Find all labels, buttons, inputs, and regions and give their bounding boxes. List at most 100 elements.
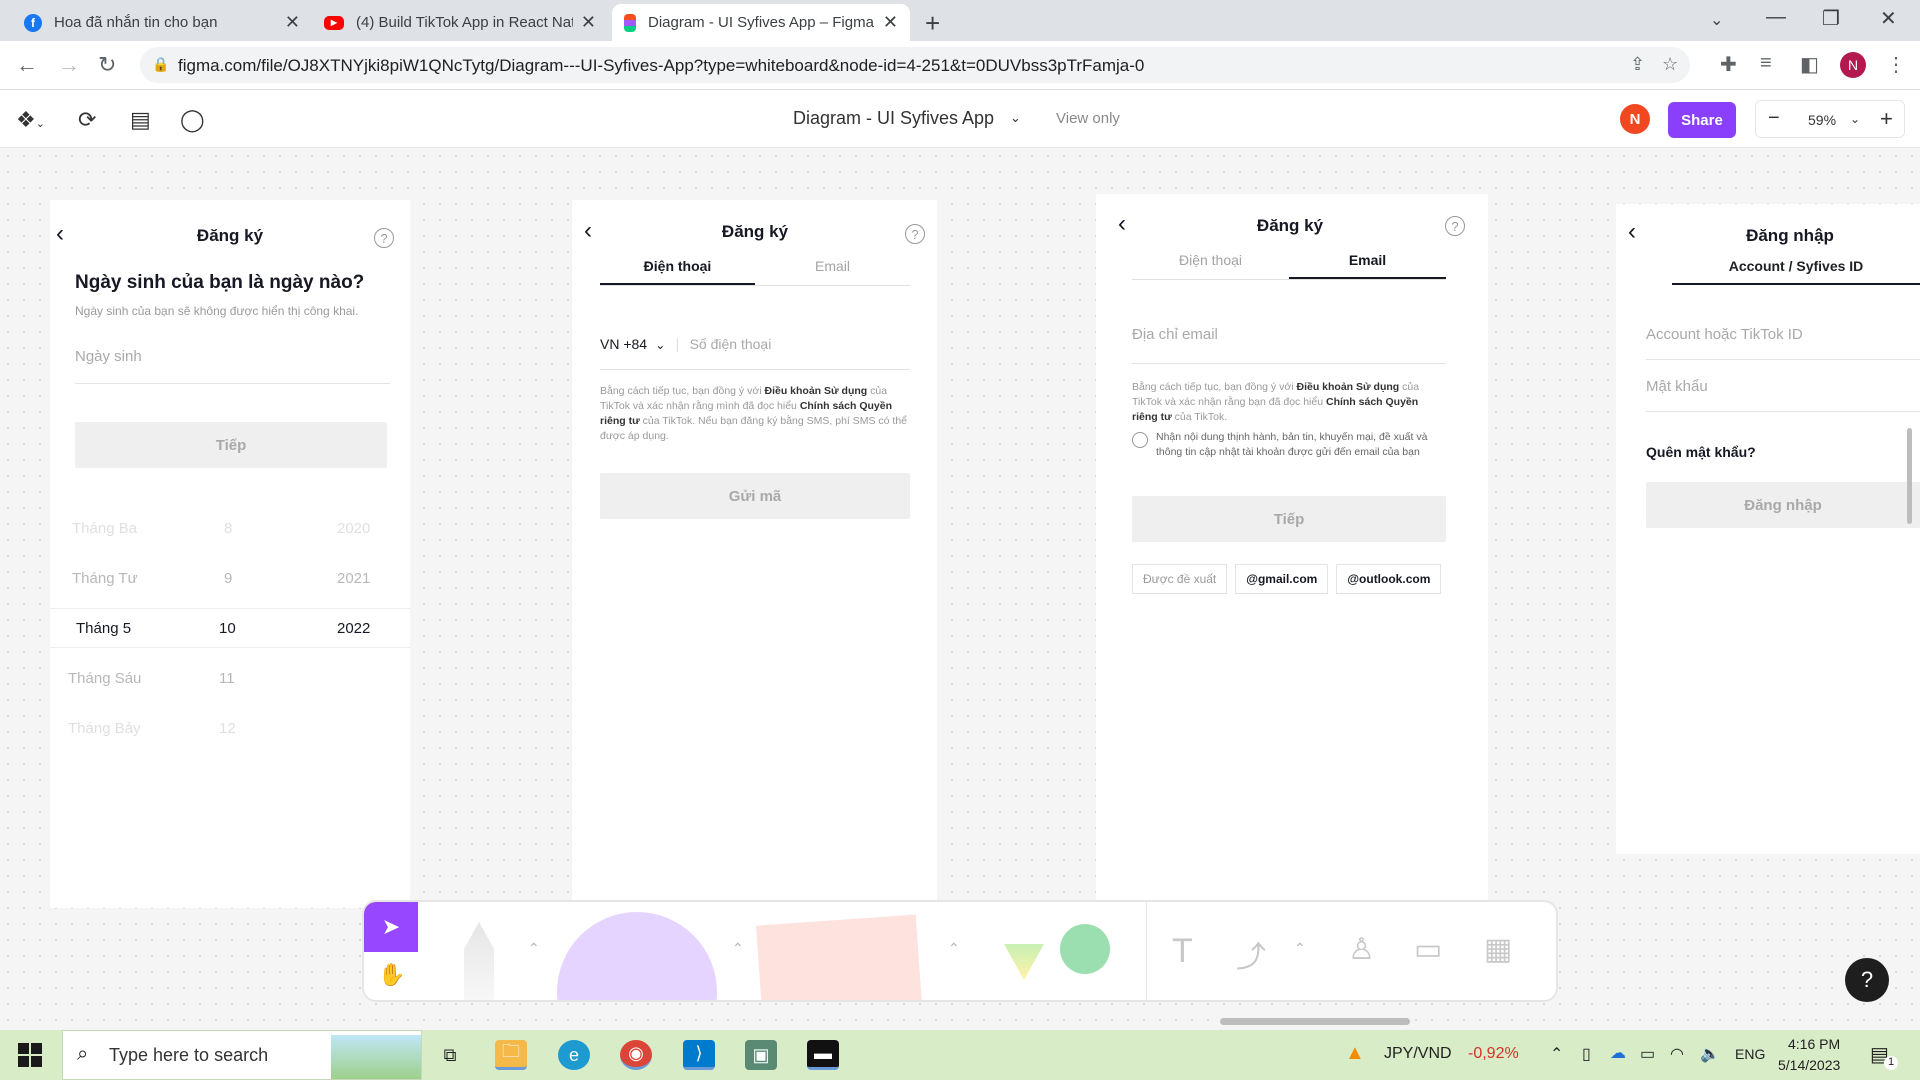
stamp-tool-icon[interactable]: ♙ [1348,932,1375,967]
birthday-note: Ngày sinh của bạn sẽ không được hiển thị… [75,304,359,318]
signup-tabs: Điện thoại Email [1132,252,1446,280]
close-icon[interactable]: ✕ [285,12,300,33]
zoom-in-icon[interactable]: + [1880,106,1893,132]
close-icon[interactable]: ✕ [883,12,898,33]
vertical-scrollbar[interactable] [1907,428,1912,524]
currency-change[interactable]: -0,92% [1468,1045,1519,1063]
language-indicator[interactable]: ENG [1735,1046,1765,1062]
sticky-note-tool-icon[interactable] [756,914,922,1000]
tab-figma[interactable]: Diagram - UI Syfives App – Figma ✕ [612,4,910,41]
minimize-icon[interactable]: — [1766,6,1786,29]
extensions-icon[interactable]: ✚ [1720,52,1737,77]
back-icon[interactable]: ← [16,52,38,78]
chevron-up-icon[interactable]: ⌃ [732,940,744,957]
tab-facebook[interactable]: f Hoa đã nhắn tin cho bạn ✕ [12,4,312,41]
zoom-level[interactable]: 59% [1808,112,1836,128]
file-explorer-icon[interactable]: 🗀 [495,1040,527,1070]
battery-icon[interactable]: ▭ [1640,1044,1655,1064]
picker-row-selected: Tháng 5 10 2022 [50,608,410,648]
url-bar[interactable]: 🔒 figma.com/file/OJ8XTNYjki8piW1QNcTytg/… [140,47,1690,83]
clock-time[interactable]: 4:16 PM [1788,1036,1840,1052]
windows-start-icon[interactable] [18,1043,42,1067]
help-button[interactable]: ? [1845,958,1889,1002]
help-icon: ? [905,224,925,244]
tab-search-chevron-icon[interactable]: ⌄ [1710,10,1723,30]
back-chevron-icon: ‹ [584,217,592,244]
chevron-down-icon[interactable]: ⌄ [1010,110,1021,126]
device-icon[interactable]: ▯ [1582,1044,1591,1064]
browser-profile-avatar[interactable]: N [1840,52,1866,78]
forward-icon[interactable]: → [58,52,80,78]
signup-tabs: Điện thoại Email [600,258,910,286]
tab-youtube[interactable]: ▶ (4) Build TikTok App in React Nat ✕ [312,4,608,41]
terminal-icon[interactable]: ▬ [807,1040,839,1070]
connector-tool-icon[interactable]: ⤴ [1236,932,1266,976]
tab-phone: Điện thoại [600,258,755,285]
email-suggestions: Được đề xuất @gmail.com @outlook.com [1132,564,1442,594]
url-text[interactable]: figma.com/file/OJ8XTNYjki8piW1QNcTytg/Di… [178,56,1144,76]
legal-part: Bằng cách tiếp tục, bạn đồng ý với [1132,381,1297,393]
whiteboard-canvas[interactable]: ‹ Đăng ký ? Ngày sinh của bạn là ngày nà… [0,148,1920,1030]
layout-panel-icon[interactable]: ▤ [130,107,151,133]
search-placeholder[interactable]: Type here to search [109,1045,268,1066]
picker-month: Tháng Bảy [68,719,141,737]
horizontal-scrollbar[interactable] [1220,1018,1410,1025]
tab-label: (4) Build TikTok App in React Nat [356,14,573,31]
onedrive-icon[interactable]: ☁ [1610,1043,1626,1063]
frame-title: Đăng nhập [1746,226,1834,245]
window-close-icon[interactable]: ✕ [1880,6,1897,31]
bookmark-star-icon[interactable]: ☆ [1662,54,1678,75]
share-page-icon[interactable]: ⇪ [1630,54,1645,75]
vscode-icon[interactable]: ⟩ [683,1040,715,1070]
hand-tool-icon[interactable]: ✋ [378,962,405,988]
taskbar-search[interactable]: ⌕ Type here to search [62,1030,422,1080]
terms-link: Điều khoản Sử dụng [1296,381,1400,393]
browser-menu-icon[interactable]: ⋮ [1886,52,1906,77]
zoom-control: − 59% ⌄ + [1755,100,1905,138]
account-field: Account hoặc TikTok ID [1646,326,1920,360]
tab-account: Account / Syfives ID [1672,258,1920,285]
chevron-up-icon[interactable]: ⌃ [948,940,960,957]
volume-icon[interactable]: 🔈 [1700,1044,1720,1064]
currency-widget-icon[interactable]: ▲ [1345,1042,1365,1065]
birthday-question: Ngày sinh của bạn là ngày nào? [75,272,365,293]
currency-pair[interactable]: JPY/VND [1384,1045,1452,1063]
zoom-out-icon[interactable]: − [1768,107,1780,130]
plugins-icon[interactable]: ⟳ [78,107,96,133]
user-avatar[interactable]: N [1620,104,1650,134]
chevron-up-icon[interactable]: ⌃ [528,940,540,957]
figma-toolbar: ❖⌄ ⟳ ▤ ◯ Diagram - UI Syfives App ⌄ View… [0,90,1920,148]
picker-row: Tháng Ba 8 2020 [50,508,410,548]
close-icon[interactable]: ✕ [581,12,596,33]
chevron-down-icon[interactable]: ⌄ [1850,112,1860,126]
side-panel-icon[interactable]: ◧ [1800,52,1819,77]
restore-icon[interactable]: ❐ [1822,6,1840,31]
task-view-icon[interactable]: ⧉ [434,1040,466,1070]
shape-tool-icon[interactable] [557,912,717,1000]
login-button: Đăng nhập [1646,482,1920,528]
share-button[interactable]: Share [1668,102,1736,138]
reload-icon[interactable]: ↻ [98,52,116,78]
figma-menu-icon[interactable]: ❖⌄ [16,107,45,133]
chrome-icon[interactable]: ◉ [620,1040,652,1070]
marker-tool-icon[interactable] [464,922,494,1000]
picker-day: 12 [219,719,236,737]
chevron-up-icon[interactable]: ⌃ [1294,940,1306,957]
chevron-up-icon[interactable]: ⌃ [1550,1044,1563,1064]
text-tool-icon[interactable]: T [1172,932,1193,971]
table-tool-icon[interactable]: ▦ [1484,932,1512,967]
file-title[interactable]: Diagram - UI Syfives App [793,108,994,129]
app-window-icon[interactable]: ▣ [745,1040,777,1070]
wifi-icon[interactable]: ◠ [1670,1044,1684,1064]
edge-icon[interactable]: e [558,1040,590,1070]
new-tab-icon[interactable]: + [925,8,940,39]
section-tool-icon[interactable]: ▭ [1414,932,1442,967]
clock-date[interactable]: 5/14/2023 [1778,1057,1840,1073]
stamp-sticker-tool-icon[interactable] [1004,924,1114,994]
email-field: Địa chỉ email [1132,326,1446,364]
comment-icon[interactable]: ◯ [180,107,205,133]
picker-year: 2020 [337,519,371,537]
lock-icon[interactable]: 🔒 [152,56,169,73]
select-tool-icon[interactable]: ➤ [364,902,418,952]
media-controls-icon[interactable]: ≡ [1760,52,1772,75]
